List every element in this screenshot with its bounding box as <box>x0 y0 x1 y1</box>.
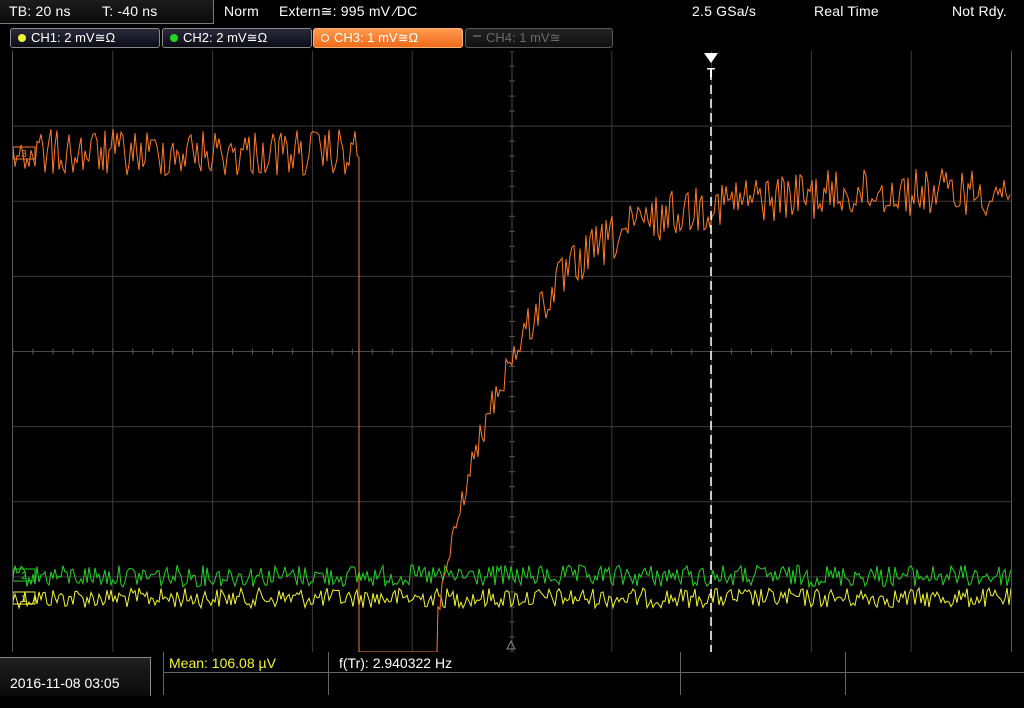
channel-3-tab[interactable]: CH3: 1 mV≅Ω <box>313 28 463 48</box>
trigger-position-readout[interactable]: T: -40 ns <box>102 3 158 19</box>
trigger-label: T <box>707 65 715 80</box>
measurement-cell-4[interactable] <box>845 652 846 695</box>
channel-2-offset-marker-text: 2 <box>21 571 27 582</box>
waveform-canvas[interactable]: T 3 2 1 <box>13 51 1011 652</box>
sample-rate: 2.5 GSa/s <box>692 3 757 19</box>
channel-2-tab[interactable]: CH2: 2 mV≅Ω <box>162 28 312 48</box>
status-bar: TB: 20 ns T: -40 ns Norm Extern≅: 995 mV… <box>0 0 1024 24</box>
waveform-display[interactable]: T 3 2 1 <box>12 51 1012 652</box>
trigger-mode[interactable]: Norm <box>224 3 259 19</box>
measurement-cell-3[interactable] <box>680 652 681 695</box>
frequency-measurement: f(Tr): 2.940322 Hz <box>339 655 453 671</box>
channel-1-label: CH1: 2 mV≅Ω <box>31 30 116 45</box>
channel-1-offset-marker-text: 1 <box>21 594 27 605</box>
graticule <box>13 51 1011 652</box>
measurement-cell-2[interactable] <box>328 652 329 695</box>
channel-3-dot-icon <box>321 34 329 42</box>
channel-4-tab[interactable]: CH4: 1 mV≅ <box>465 28 613 48</box>
datetime-panel: 2016-11-08 03:05 <box>0 657 151 696</box>
channel-4-label: CH4: 1 mV≅ <box>486 30 561 45</box>
channel-1-dot-icon <box>18 34 26 42</box>
measurement-panel[interactable]: Mean: 106.08 µV f(Tr): 2.940322 Hz <box>163 652 1024 695</box>
acquisition-mode: Real Time <box>814 3 879 19</box>
trigger-arrow-icon[interactable] <box>704 53 718 63</box>
center-time-marker-icon <box>506 639 516 650</box>
timebase-readout[interactable]: TB: 20 ns <box>9 3 71 19</box>
channel-3-label: CH3: 1 mV≅Ω <box>334 30 419 45</box>
channel-1-tab[interactable]: CH1: 2 mV≅Ω <box>10 28 160 48</box>
datetime-readout: 2016-11-08 03:05 <box>10 675 120 691</box>
channel-2-dot-icon <box>170 34 178 42</box>
timebase-panel[interactable]: TB: 20 ns T: -40 ns <box>0 0 214 24</box>
measurement-cell-1[interactable] <box>163 652 164 695</box>
measurement-divider <box>163 672 1024 673</box>
channel-2-label: CH2: 2 mV≅Ω <box>183 30 268 45</box>
ready-state: Not Rdy. <box>952 3 1008 19</box>
mean-measurement: Mean: 106.08 µV <box>169 655 276 671</box>
trigger-source[interactable]: Extern≅: 995 mV ∕DC <box>279 3 417 20</box>
channel-4-off-icon <box>473 35 481 39</box>
channel-3-offset-marker-text: 3 <box>21 149 27 160</box>
